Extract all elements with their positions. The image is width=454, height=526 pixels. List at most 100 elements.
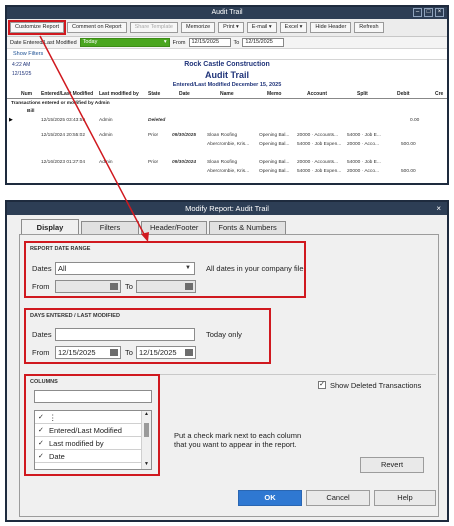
cell-name: Sloan Roofing [207,160,238,165]
cell-memo: Opening Bal... [259,133,290,138]
email-button[interactable]: E-mail ▾ [246,22,277,33]
column-label: Entered/Last Modified [49,426,122,435]
company-name: Rock Castle Construction [184,61,270,68]
to-label: To [233,39,240,46]
report-dates-select[interactable]: All ▼ [55,262,195,275]
col-credit: Cre [435,91,444,97]
date-range-select[interactable]: Today ▾ [79,38,170,47]
cell-account: 54000 · Job Expen... [297,142,342,147]
columns-group: COLUMNS ✓ ⋮ ✓ Entered/Last Modified ✓ Last … [24,374,160,476]
col-name: Name [220,91,234,97]
row-pointer-icon: ▶ [9,118,13,123]
calendar-icon[interactable] [110,283,118,290]
dates-label: Dates [32,264,52,273]
cell-user: Admin [99,160,113,165]
from-label: From [32,348,50,357]
excel-button[interactable]: Excel ▾ [279,22,308,33]
table-row[interactable]: ▶ 12/15/2025 03:43:59 Admin Deleted 0.00 [7,118,447,126]
today-only-note: Today only [206,330,242,339]
scroll-down-icon[interactable]: ▼ [142,461,151,469]
help-button[interactable]: Help [374,490,436,506]
close-icon[interactable]: × [436,202,441,215]
date-filter-row: Date Entered/Last Modified Today ▾ From 1… [7,37,447,49]
refresh-button[interactable]: Refresh [354,22,384,33]
to-label: To [125,282,133,291]
calendar-icon[interactable] [185,283,193,290]
show-filters-link[interactable]: Show Filters [7,49,447,60]
tab-header-footer[interactable]: Header/Footer [141,221,208,234]
close-icon[interactable]: × [435,8,444,17]
list-item[interactable]: ✓ Last modified by [35,437,151,450]
columns-list: ✓ ⋮ ✓ Entered/Last Modified ✓ Last modified… [34,410,152,470]
col-debit: Debit [397,91,410,97]
cell-split: 20000 · Acco... [347,142,379,147]
checkmark-icon[interactable]: ✓ [38,450,44,463]
audit-toolbar: Customize Report Comment on Report Share… [7,19,447,37]
show-deleted-label: Show Deleted Transactions [330,381,422,390]
modify-title-bar: Modify Report: Audit Trail × [7,202,447,215]
revert-button[interactable]: Revert [360,457,424,473]
hide-header-button[interactable]: Hide Header [310,22,352,33]
maximize-icon[interactable]: □ [424,8,433,17]
dots-icon: ⋮ [49,413,57,422]
cell-user: Admin [99,133,113,138]
cancel-button[interactable]: Cancel [306,490,370,506]
list-item[interactable]: ✓ ⋮ [35,411,151,424]
to-date-field[interactable]: 12/15/2025 [242,38,285,47]
days-dates-select[interactable]: Today ▼ [55,328,195,341]
tab-display[interactable]: Display [21,219,79,234]
cell-memo: Opening Bal... [259,142,290,147]
table-row[interactable]: 12/15/2024 20:55:02 Admin Prior 09/30/20… [7,133,447,141]
customize-report-button[interactable]: Customize Report [7,20,67,35]
cell-entered: 12/15/2024 20:55:02 [41,133,86,138]
cell-memo: Opening Bal... [259,160,290,165]
calendar-icon[interactable] [185,349,193,356]
days-to-field[interactable]: 12/15/2025 [136,346,196,359]
columns-scrollbar[interactable]: ▲ ▼ [141,411,151,469]
days-dates-value: Today [58,330,79,339]
report-title: Audit Trail [204,70,249,80]
email-label: E-mail [251,24,268,30]
cell-account: 54000 · Job Expen... [297,169,342,174]
from-label: From [172,39,186,46]
calendar-icon[interactable] [110,349,118,356]
audit-window-title: Audit Trail [211,9,243,16]
tab-fonts-numbers[interactable]: Fonts & Numbers [209,221,286,234]
modify-tabs: Display Filters Header/Footer Fonts & Nu… [21,219,286,234]
report-to-field[interactable] [136,280,196,293]
column-label: Date [49,452,65,461]
ok-button[interactable]: OK [238,490,302,506]
share-template-button[interactable]: Share Template [129,22,178,33]
minimize-icon[interactable]: – [413,8,422,17]
section-bill-label: Bill [27,109,35,114]
tab-filters[interactable]: Filters [81,221,139,234]
checkmark-icon[interactable]: ✓ [38,411,44,424]
checkmark-icon[interactable]: ✓ [38,437,44,450]
checkmark-icon[interactable]: ✓ [38,424,44,437]
cell-account: 20000 · Accounts... [297,160,339,165]
show-deleted-checkbox[interactable]: ✓ [318,381,326,389]
table-row[interactable]: 12/16/2023 01:27:04 Admin Prior 09/30/20… [7,160,447,168]
memorize-button[interactable]: Memorize [181,22,216,33]
scroll-thumb[interactable] [144,423,149,437]
cell-state: Prior [148,160,159,165]
table-row[interactable]: Abercrombie, Kris... Opening Bal... 5400… [7,142,447,150]
columns-search-input[interactable] [34,390,152,403]
days-from-field[interactable]: 12/15/2025 [55,346,121,359]
scroll-up-icon[interactable]: ▲ [142,411,151,419]
section-header: Transactions entered or modified by Admi… [7,101,447,109]
col-state: State [148,91,161,97]
columns-help-text: Put a check mark next to each column tha… [174,431,302,449]
from-date-field[interactable]: 12/15/2025 [188,38,231,47]
comment-on-report-button[interactable]: Comment on Report [67,22,127,33]
to-label: To [125,348,133,357]
col-split: Split [357,91,368,97]
list-item[interactable]: ✓ Date [35,450,151,463]
table-row[interactable]: Abercrombie, Kris... Opening Bal... 5400… [7,169,447,177]
col-account: Account [307,91,327,97]
cell-state: Deleted [148,118,166,123]
excel-label: Excel [284,24,299,30]
report-from-field[interactable] [55,280,121,293]
print-button[interactable]: Print ▾ [218,22,244,33]
list-item[interactable]: ✓ Entered/Last Modified [35,424,151,437]
